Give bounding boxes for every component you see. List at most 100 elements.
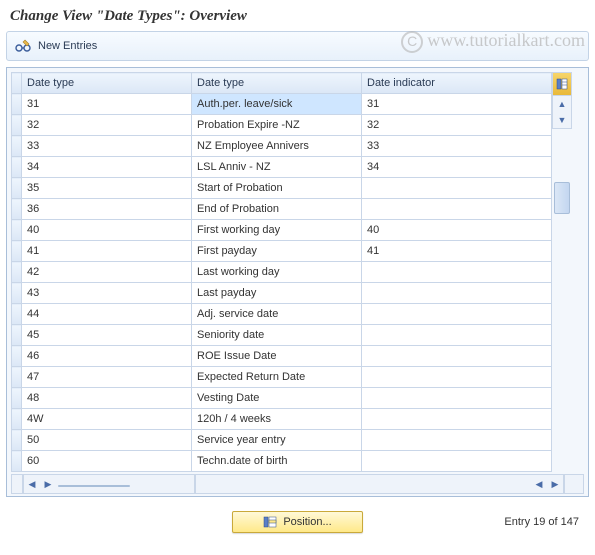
cell-date-type-name[interactable]: Vesting Date — [192, 388, 362, 409]
table-row[interactable]: 36End of Probation — [12, 199, 552, 220]
cell-date-indicator[interactable] — [362, 430, 552, 451]
table-row[interactable]: 50Service year entry — [12, 430, 552, 451]
cell-date-indicator[interactable] — [362, 388, 552, 409]
cell-date-indicator[interactable] — [362, 451, 552, 472]
row-selector[interactable] — [12, 346, 22, 367]
cell-date-type-name[interactable]: Techn.date of birth — [192, 451, 362, 472]
cell-date-type-code[interactable]: 46 — [22, 346, 192, 367]
vertical-scrollbar[interactable]: ▲ ▼ — [552, 96, 572, 129]
table-row[interactable]: 32Probation Expire -NZ32 — [12, 115, 552, 136]
hscroll-thumb-1[interactable] — [58, 485, 130, 487]
cell-date-type-code[interactable]: 50 — [22, 430, 192, 451]
cell-date-type-code[interactable]: 60 — [22, 451, 192, 472]
cell-date-type-name[interactable]: First working day — [192, 220, 362, 241]
row-selector[interactable] — [12, 136, 22, 157]
cell-date-indicator[interactable] — [362, 304, 552, 325]
cell-date-type-code[interactable]: 47 — [22, 367, 192, 388]
row-selector[interactable] — [12, 409, 22, 430]
row-selector[interactable] — [12, 283, 22, 304]
table-row[interactable]: 41First payday41 — [12, 241, 552, 262]
row-selector[interactable] — [12, 367, 22, 388]
cell-date-indicator[interactable]: 31 — [362, 94, 552, 115]
cell-date-indicator[interactable] — [362, 283, 552, 304]
cell-date-type-name[interactable]: ROE Issue Date — [192, 346, 362, 367]
cell-date-indicator[interactable]: 33 — [362, 136, 552, 157]
row-selector[interactable] — [12, 115, 22, 136]
cell-date-indicator[interactable] — [362, 346, 552, 367]
cell-date-type-code[interactable]: 40 — [22, 220, 192, 241]
cell-date-type-code[interactable]: 31 — [22, 94, 192, 115]
table-row[interactable]: 44Adj. service date — [12, 304, 552, 325]
cell-date-type-code[interactable]: 36 — [22, 199, 192, 220]
table-row[interactable]: 34LSL Anniv - NZ34 — [12, 157, 552, 178]
cell-date-type-code[interactable]: 44 — [22, 304, 192, 325]
glasses-pencil-icon[interactable] — [14, 38, 32, 54]
row-selector[interactable] — [12, 241, 22, 262]
table-row[interactable]: 45Seniority date — [12, 325, 552, 346]
cell-date-type-name[interactable]: Probation Expire -NZ — [192, 115, 362, 136]
table-row[interactable]: 33NZ Employee Annivers33 — [12, 136, 552, 157]
table-row[interactable]: 4W120h / 4 weeks — [12, 409, 552, 430]
cell-date-type-name[interactable]: Last payday — [192, 283, 362, 304]
cell-date-type-code[interactable]: 34 — [22, 157, 192, 178]
scroll-up-icon[interactable]: ▲ — [553, 96, 571, 112]
row-selector[interactable] — [12, 199, 22, 220]
cell-date-type-code[interactable]: 43 — [22, 283, 192, 304]
cell-date-indicator[interactable] — [362, 178, 552, 199]
row-selector[interactable] — [12, 157, 22, 178]
row-selector[interactable] — [12, 220, 22, 241]
table-row[interactable]: 48Vesting Date — [12, 388, 552, 409]
table-row[interactable]: 40First working day40 — [12, 220, 552, 241]
row-selector[interactable] — [12, 430, 22, 451]
configure-columns-button[interactable] — [552, 72, 572, 96]
scroll-down-icon[interactable]: ▼ — [553, 112, 571, 128]
cell-date-indicator[interactable] — [362, 262, 552, 283]
cell-date-indicator[interactable]: 34 — [362, 157, 552, 178]
cell-date-type-name[interactable]: Last working day — [192, 262, 362, 283]
cell-date-indicator[interactable] — [362, 325, 552, 346]
cell-date-type-name[interactable]: NZ Employee Annivers — [192, 136, 362, 157]
scroll-right-icon-2[interactable]: ▶ — [547, 479, 563, 490]
row-selector[interactable] — [12, 94, 22, 115]
cell-date-indicator[interactable] — [362, 367, 552, 388]
cell-date-type-name[interactable]: Seniority date — [192, 325, 362, 346]
row-selector[interactable] — [12, 451, 22, 472]
row-selector[interactable] — [12, 178, 22, 199]
position-button[interactable]: Position... — [232, 511, 362, 533]
cell-date-type-code[interactable]: 42 — [22, 262, 192, 283]
cell-date-type-name[interactable]: Auth.per. leave/sick — [192, 94, 362, 115]
cell-date-type-code[interactable]: 33 — [22, 136, 192, 157]
cell-date-type-code[interactable]: 35 — [22, 178, 192, 199]
new-entries-button[interactable]: New Entries — [38, 40, 97, 52]
table-row[interactable]: 60Techn.date of birth — [12, 451, 552, 472]
table-row[interactable]: 35Start of Probation — [12, 178, 552, 199]
row-selector[interactable] — [12, 325, 22, 346]
scroll-left-icon-2[interactable]: ◀ — [531, 479, 547, 490]
cell-date-type-code[interactable]: 4W — [22, 409, 192, 430]
scroll-thumb[interactable] — [554, 182, 570, 214]
cell-date-type-code[interactable]: 48 — [22, 388, 192, 409]
cell-date-indicator[interactable] — [362, 199, 552, 220]
col-date-type-code[interactable]: Date type — [22, 73, 192, 94]
cell-date-type-code[interactable]: 45 — [22, 325, 192, 346]
table-row[interactable]: 46ROE Issue Date — [12, 346, 552, 367]
cell-date-type-code[interactable]: 41 — [22, 241, 192, 262]
cell-date-type-name[interactable]: First payday — [192, 241, 362, 262]
cell-date-type-code[interactable]: 32 — [22, 115, 192, 136]
table-row[interactable]: 42Last working day — [12, 262, 552, 283]
table-row[interactable]: 31Auth.per. leave/sick31 — [12, 94, 552, 115]
cell-date-type-name[interactable]: Start of Probation — [192, 178, 362, 199]
cell-date-type-name[interactable]: Service year entry — [192, 430, 362, 451]
date-types-table[interactable]: Date type Date type Date indicator 31Aut… — [11, 72, 552, 472]
table-row[interactable]: 43Last payday — [12, 283, 552, 304]
scroll-left-icon[interactable]: ◀ — [24, 479, 40, 490]
horizontal-scrollbar[interactable]: ◀ ▶ ◀ ▶ — [11, 474, 584, 492]
row-selector[interactable] — [12, 262, 22, 283]
cell-date-type-name[interactable]: Adj. service date — [192, 304, 362, 325]
cell-date-indicator[interactable]: 32 — [362, 115, 552, 136]
row-selector[interactable] — [12, 304, 22, 325]
cell-date-type-name[interactable]: 120h / 4 weeks — [192, 409, 362, 430]
scroll-right-icon[interactable]: ▶ — [40, 479, 56, 490]
cell-date-type-name[interactable]: LSL Anniv - NZ — [192, 157, 362, 178]
cell-date-indicator[interactable] — [362, 409, 552, 430]
